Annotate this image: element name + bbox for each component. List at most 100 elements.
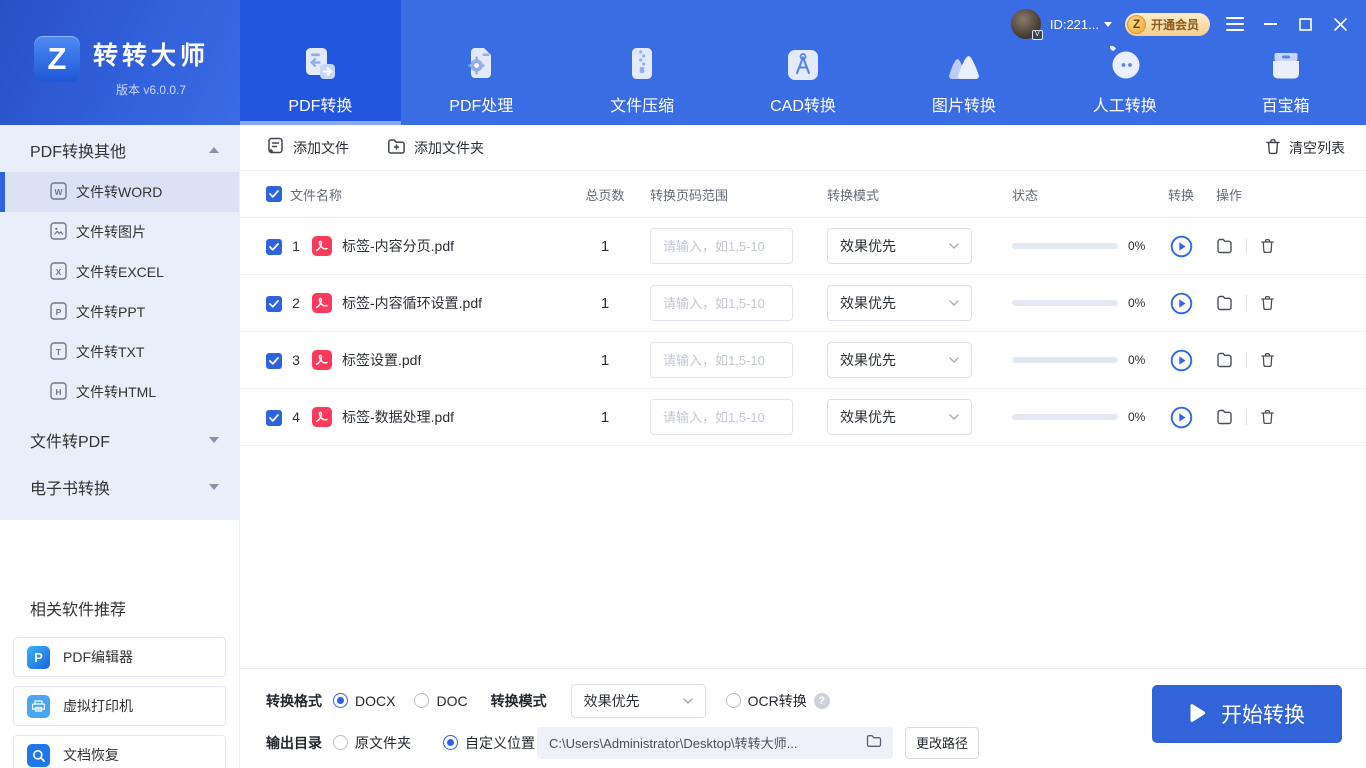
open-file-icon[interactable]: [1216, 238, 1233, 254]
file-row: 4 标签-数据处理.pdf 1 效果优先 0%: [240, 389, 1366, 446]
topbar: Z 转转大师 版本 v6.0.0.7 PDF转换 PDF处理 文件压缩 CAD转换 图片…: [0, 0, 1366, 125]
app-version: 版本 v6.0.0.7: [115, 83, 187, 97]
trash-icon: [1265, 138, 1281, 158]
sidebar-item-image[interactable]: 文件转图片: [0, 212, 239, 252]
output-path-value: C:\Users\Administrator\Desktop\转转大师...: [549, 736, 798, 751]
row-checkbox[interactable]: [266, 295, 282, 312]
delete-file-icon[interactable]: [1260, 352, 1275, 368]
clear-list-button[interactable]: 清空列表: [1265, 138, 1345, 158]
row-mode-select[interactable]: 效果优先: [827, 399, 972, 435]
select-all-checkbox[interactable]: [266, 186, 282, 202]
add-folder-button[interactable]: 添加文件夹: [387, 138, 484, 158]
radio-doc[interactable]: DOC: [414, 693, 468, 709]
row-index: 4: [292, 409, 300, 425]
open-file-icon[interactable]: [1216, 409, 1233, 425]
radio-dot: [414, 693, 430, 708]
sidebar-item-ppt[interactable]: P 文件转PPT: [0, 292, 239, 332]
file-row: 2 标签-内容循环设置.pdf 1 效果优先 0%: [240, 275, 1366, 332]
header-mode: 转换模式: [827, 187, 880, 203]
pdf-file-icon: [312, 407, 332, 427]
row-checkbox[interactable]: [266, 238, 282, 255]
folder-icon[interactable]: [866, 734, 882, 751]
pdf-convert-icon: [298, 41, 342, 85]
svg-text:W: W: [54, 187, 63, 197]
total-pages: 1: [600, 294, 610, 312]
convert-play-button[interactable]: [1170, 349, 1193, 372]
ocr-help-icon[interactable]: ?: [813, 692, 830, 709]
pdf-process-icon: [461, 41, 501, 85]
sidebar-sections: PDF转换其他 W 文件转WORD 文件转图片 X 文件转EXCEL P 文件转PPT T 文件转…: [0, 125, 239, 520]
recommend-virtual-printer[interactable]: 虚拟打印机: [13, 686, 226, 726]
close-button[interactable]: [1330, 14, 1350, 34]
cad-convert-icon: [783, 41, 823, 85]
expand-icon: [209, 484, 219, 490]
open-file-icon[interactable]: [1216, 295, 1233, 311]
sidebar-section-2[interactable]: 电子书转换: [0, 468, 239, 506]
page-range-input[interactable]: [650, 342, 793, 378]
table-header: 文件名称 总页数 转换页码范围 转换模式 状态 转换 操作: [240, 171, 1366, 218]
html-file-icon: H: [50, 381, 67, 403]
app-window: Z 转转大师 版本 v6.0.0.7 PDF转换 PDF处理 文件压缩 CAD转换 图片…: [0, 0, 1366, 768]
header-total-pages: 总页数: [585, 187, 625, 203]
sidebar-section-1[interactable]: 文件转PDF: [0, 421, 239, 459]
menu-icon[interactable]: [1225, 14, 1245, 34]
convert-play-button[interactable]: [1170, 235, 1193, 258]
change-path-button[interactable]: 更改路径: [905, 726, 979, 759]
vip-coin-icon: Z: [1126, 14, 1146, 34]
minimize-button[interactable]: [1260, 14, 1280, 34]
sidebar-item-txt[interactable]: T 文件转TXT: [0, 332, 239, 372]
add-file-button[interactable]: 添加文件: [266, 137, 349, 159]
avatar-vip-badge: V: [1031, 30, 1043, 40]
tab-pdf-convert[interactable]: PDF转换: [240, 0, 401, 125]
start-convert-button[interactable]: 开始转换: [1152, 685, 1342, 743]
excel-file-icon: X: [50, 261, 67, 283]
row-mode-select[interactable]: 效果优先: [827, 285, 972, 321]
maximize-button[interactable]: [1295, 14, 1315, 34]
start-convert-label: 开始转换: [1221, 704, 1305, 727]
tab-pdf-process[interactable]: PDF处理: [401, 0, 562, 125]
radio-docx[interactable]: DOCX: [333, 693, 395, 709]
doc-recovery-icon: [27, 743, 50, 767]
recommend-doc-recovery[interactable]: 文档恢复: [13, 735, 226, 768]
progress-bar: [1012, 300, 1118, 306]
page-range-input[interactable]: [650, 399, 793, 435]
word-file-icon: W: [50, 181, 67, 203]
pdf-file-icon: [312, 350, 332, 370]
row-checkbox[interactable]: [266, 409, 282, 426]
svg-text:H: H: [55, 387, 61, 397]
row-index: 3: [292, 352, 300, 368]
convert-play-button[interactable]: [1170, 406, 1193, 429]
sidebar-item-word[interactable]: W 文件转WORD: [0, 172, 239, 212]
radio-ocr[interactable]: OCR转换: [725, 691, 807, 711]
output-path-field[interactable]: C:\Users\Administrator\Desktop\转转大师...: [537, 726, 893, 759]
open-vip-button[interactable]: Z 开通会员: [1124, 12, 1210, 36]
global-mode-select[interactable]: 效果优先: [570, 683, 706, 718]
collapse-icon: [209, 147, 219, 153]
page-range-input[interactable]: [650, 228, 793, 264]
tab-file-compress[interactable]: 文件压缩: [562, 0, 723, 125]
chevron-down-icon[interactable]: [1103, 21, 1112, 27]
pdf-file-icon: [312, 293, 332, 313]
avatar[interactable]: V: [1010, 9, 1043, 40]
row-mode-select[interactable]: 效果优先: [827, 342, 972, 378]
delete-file-icon[interactable]: [1260, 295, 1275, 311]
radio-source-folder[interactable]: 原文件夹: [333, 733, 411, 753]
page-range-input[interactable]: [650, 285, 793, 321]
convert-play-button[interactable]: [1170, 292, 1193, 315]
tab-cad-convert[interactable]: CAD转换: [723, 0, 884, 125]
sidebar-item-excel[interactable]: X 文件转EXCEL: [0, 252, 239, 292]
row-checkbox[interactable]: [266, 352, 282, 369]
sidebar-item-html[interactable]: H 文件转HTML: [0, 372, 239, 412]
delete-file-icon[interactable]: [1260, 409, 1275, 425]
file-name: 标签-数据处理.pdf: [342, 409, 455, 425]
settings-panel: 转换格式 DOCX DOC 转换模式 效果优先 OCR转换 ? 输出目录 原文件…: [240, 668, 1366, 768]
row-index: 1: [292, 238, 300, 254]
open-file-icon[interactable]: [1216, 352, 1233, 368]
sidebar-section-0[interactable]: PDF转换其他: [0, 131, 239, 169]
radio-custom-location[interactable]: 自定义位置: [443, 733, 535, 753]
empty-area: [240, 446, 1366, 668]
recommend-pdf-editor[interactable]: P PDF编辑器: [13, 637, 226, 677]
user-id[interactable]: ID:221...: [1050, 17, 1099, 32]
row-mode-select[interactable]: 效果优先: [827, 228, 972, 264]
delete-file-icon[interactable]: [1260, 238, 1275, 254]
